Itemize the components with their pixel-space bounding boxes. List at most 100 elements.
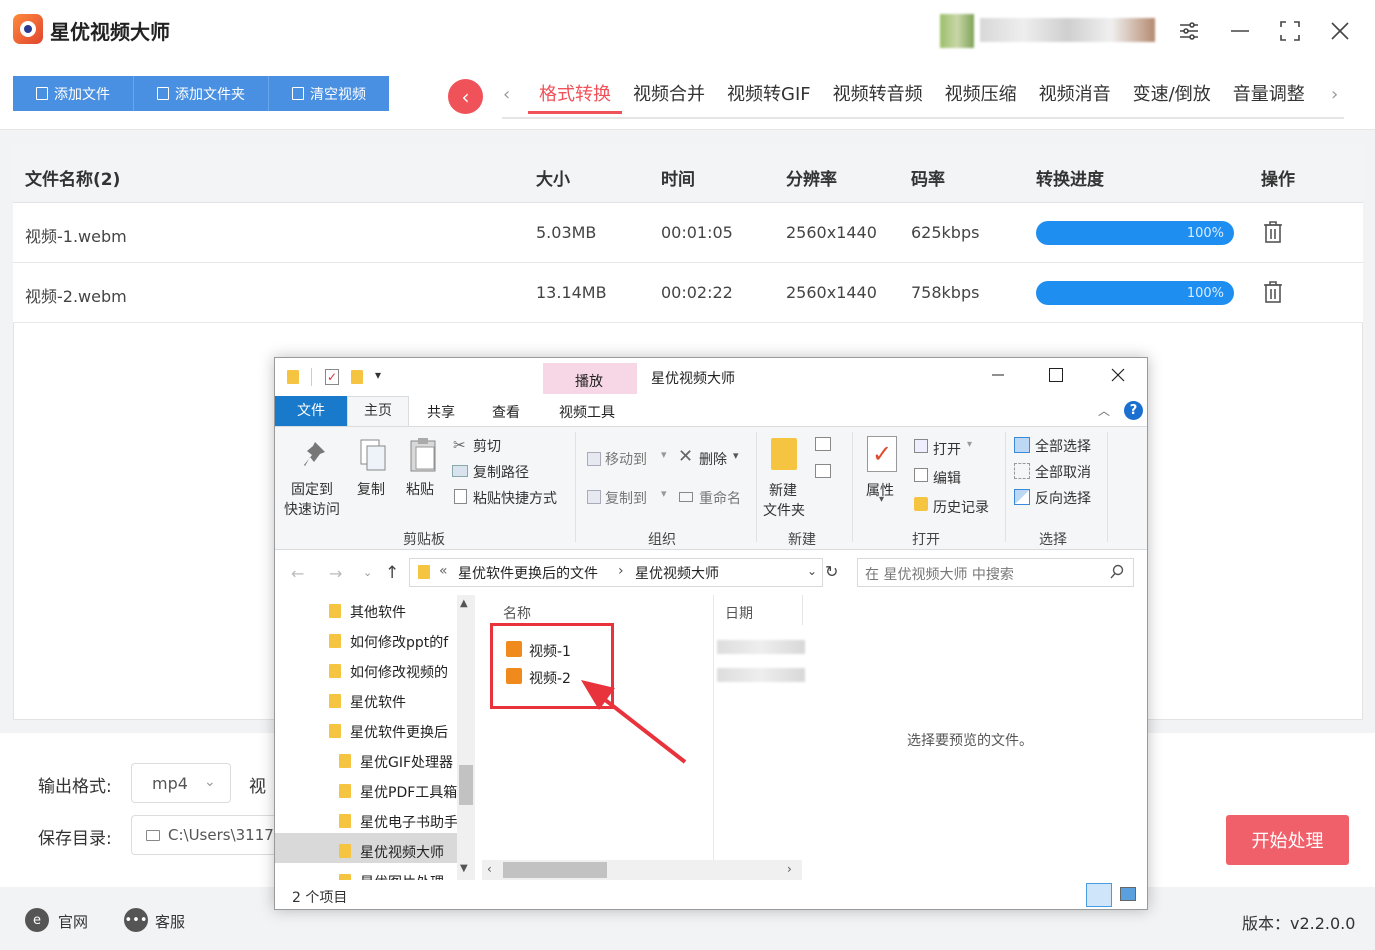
- col-name-header[interactable]: 名称: [503, 603, 531, 623]
- ribbon-tab-video-tools[interactable]: 视频工具: [559, 402, 615, 422]
- refresh-icon[interactable]: ↻: [825, 562, 838, 581]
- new-folder-icon: [771, 438, 797, 470]
- select-none-button[interactable]: 全部取消: [1035, 462, 1091, 482]
- back-arrow-icon[interactable]: ←: [291, 564, 304, 583]
- save-dir-input[interactable]: C:\Users\3117: [131, 815, 281, 855]
- minimize-icon[interactable]: [989, 366, 1007, 384]
- pin-quick-access-label-2[interactable]: 快速访问: [284, 499, 340, 519]
- output-format-select[interactable]: mp4 ⌄: [131, 763, 231, 803]
- copy-to-button[interactable]: 复制到: [605, 488, 647, 508]
- address-history-chevron-down-icon[interactable]: ⌄: [807, 564, 817, 578]
- paste-shortcut-button[interactable]: 粘贴快捷方式: [473, 488, 557, 508]
- nav-item[interactable]: 星优GIF处理器: [360, 752, 453, 772]
- tab-video-mute[interactable]: 视频消音: [1028, 82, 1122, 114]
- nav-item[interactable]: 星优电子书助手: [360, 812, 458, 832]
- user-avatar[interactable]: [940, 14, 974, 48]
- website-e-icon[interactable]: e: [25, 908, 49, 932]
- maximize-icon[interactable]: [1049, 368, 1063, 382]
- nav-item[interactable]: 星优PDF工具箱: [360, 782, 457, 802]
- tab-video-to-gif[interactable]: 视频转GIF: [716, 82, 822, 114]
- close-icon[interactable]: [1109, 366, 1127, 384]
- nav-item[interactable]: 如何修改ppt的f: [350, 632, 448, 652]
- add-file-button[interactable]: 添加文件: [13, 76, 134, 111]
- move-to-button[interactable]: 移动到: [605, 449, 647, 469]
- ribbon-tab-home[interactable]: 主页: [347, 396, 409, 427]
- help-icon[interactable]: ?: [1124, 401, 1143, 420]
- tab-video-compress[interactable]: 视频压缩: [934, 82, 1028, 114]
- nav-item[interactable]: 如何修改视频的: [350, 662, 448, 682]
- add-folder-button[interactable]: 添加文件夹: [134, 76, 269, 111]
- maximize-icon[interactable]: [1277, 18, 1303, 44]
- minimize-icon[interactable]: [1227, 18, 1253, 44]
- nav-item[interactable]: 星优软件更换后: [350, 722, 448, 742]
- breadcrumb-part1[interactable]: 星优软件更换后的文件: [458, 563, 598, 583]
- col-date-header[interactable]: 日期: [725, 603, 753, 623]
- breadcrumb-part2[interactable]: 星优视频大师: [635, 563, 719, 583]
- tab-speed-reverse[interactable]: 变速/倒放: [1122, 82, 1222, 114]
- website-link[interactable]: 官网: [58, 911, 88, 932]
- nav-scrollbar[interactable]: [457, 595, 475, 880]
- rename-button[interactable]: 重命名: [699, 488, 741, 508]
- scroll-up-icon[interactable]: ▲: [460, 598, 468, 609]
- up-arrow-icon[interactable]: ↑: [385, 563, 399, 583]
- pin-quick-access-label[interactable]: 固定到: [291, 479, 333, 499]
- tab-video-merge[interactable]: 视频合并: [622, 82, 716, 114]
- support-link[interactable]: 客服: [155, 911, 185, 932]
- history-button[interactable]: 历史记录: [933, 497, 989, 517]
- scroll-down-icon[interactable]: ▼: [460, 863, 468, 874]
- nav-item[interactable]: 其他软件: [350, 602, 406, 622]
- tab-scroll-left-icon[interactable]: ‹: [503, 84, 510, 105]
- tab-scroll-right-icon[interactable]: ›: [1331, 84, 1338, 105]
- edit-button[interactable]: 编辑: [933, 468, 961, 488]
- save-dir-value: C:\Users\3117: [168, 826, 274, 844]
- open-button[interactable]: 打开: [933, 439, 961, 459]
- new-item-icon[interactable]: [815, 437, 831, 451]
- file-hscrollbar-thumb[interactable]: [503, 862, 607, 878]
- clear-videos-button[interactable]: 清空视频: [269, 76, 389, 111]
- context-tab-play[interactable]: 播放: [575, 371, 603, 391]
- nav-item[interactable]: 星优软件: [350, 692, 406, 712]
- nav-item[interactable]: 星优图片处理: [360, 872, 444, 880]
- collapse-ribbon-icon[interactable]: ︿: [1098, 402, 1110, 419]
- collapse-chevron-left-icon[interactable]: ‹: [448, 79, 483, 114]
- properties-check-icon[interactable]: ✓: [325, 369, 339, 385]
- new-folder-label[interactable]: 新建: [769, 480, 797, 500]
- close-icon[interactable]: [1327, 18, 1353, 44]
- invert-selection-button[interactable]: 反向选择: [1035, 488, 1091, 508]
- delete-button[interactable]: 删除: [699, 449, 727, 469]
- select-all-button[interactable]: 全部选择: [1035, 436, 1091, 456]
- new-folder-icon[interactable]: [351, 370, 363, 384]
- address-overflow[interactable]: «: [439, 563, 448, 579]
- copy-path-button[interactable]: 复制路径: [473, 462, 529, 482]
- new-folder-label-2[interactable]: 文件夹: [763, 500, 805, 520]
- paste-label[interactable]: 粘贴: [406, 479, 434, 499]
- copy-label[interactable]: 复制: [357, 479, 385, 499]
- delete-trash-icon[interactable]: [1262, 220, 1284, 244]
- file-explorer-window: ✓ ▾ 播放 星优视频大师 文件 主页 共享 查看 视频工具 ︿ ? 固定到 快…: [274, 357, 1148, 910]
- nav-scrollbar-thumb[interactable]: [459, 765, 473, 805]
- nav-item-selected[interactable]: 星优视频大师: [360, 842, 444, 862]
- recent-chevron-down-icon[interactable]: ⌄: [363, 566, 372, 579]
- search-icon[interactable]: [1109, 564, 1125, 580]
- col-name[interactable]: 文件名称(2): [25, 165, 120, 190]
- tab-video-to-audio[interactable]: 视频转音频: [822, 82, 934, 114]
- easy-access-icon[interactable]: [815, 464, 831, 478]
- forward-arrow-icon[interactable]: →: [329, 564, 342, 583]
- settings-icon[interactable]: [1176, 18, 1202, 44]
- chevron-down-icon: ⌄: [204, 774, 216, 790]
- details-view-icon[interactable]: [1086, 883, 1112, 907]
- tab-volume-adjust[interactable]: 音量调整: [1222, 82, 1316, 114]
- cut-button[interactable]: 剪切: [473, 436, 501, 456]
- delete-trash-icon[interactable]: [1262, 280, 1284, 304]
- scroll-left-icon[interactable]: ‹: [487, 862, 492, 876]
- ribbon-tab-view[interactable]: 查看: [492, 402, 520, 422]
- ribbon-tab-share[interactable]: 共享: [427, 402, 455, 422]
- chat-bubble-icon[interactable]: •••: [124, 908, 148, 932]
- large-icons-view-icon[interactable]: [1120, 887, 1136, 901]
- quick-access-dropdown-icon[interactable]: ▾: [375, 368, 381, 382]
- scroll-right-icon[interactable]: ›: [787, 862, 792, 876]
- start-process-button[interactable]: 开始处理: [1226, 815, 1349, 865]
- file-bitrate: 758kbps: [911, 283, 980, 302]
- tab-format-convert[interactable]: 格式转换: [528, 82, 622, 114]
- ribbon-tab-file[interactable]: 文件: [275, 396, 347, 426]
